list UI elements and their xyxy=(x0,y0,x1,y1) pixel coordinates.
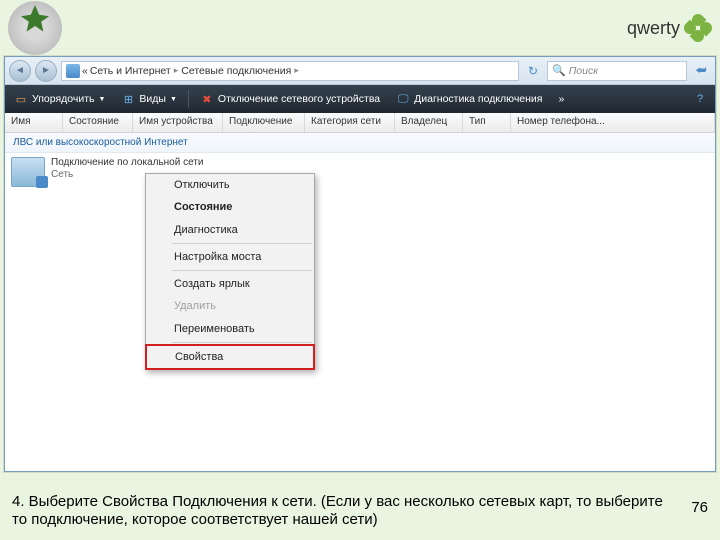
disable-icon: ✖ xyxy=(200,92,214,106)
col-phone[interactable]: Номер телефона... xyxy=(511,113,715,132)
slide-caption: 4. Выберите Свойства Подключения к сети.… xyxy=(0,483,720,540)
ctx-rename[interactable]: Переименовать xyxy=(146,318,314,340)
col-conn[interactable]: Подключение xyxy=(223,113,305,132)
column-headers: Имя Состояние Имя устройства Подключение… xyxy=(5,113,715,133)
help-button[interactable]: ? xyxy=(689,90,711,108)
item-title: Подключение по локальной сети xyxy=(51,157,204,169)
ctx-shortcut[interactable]: Создать ярлык xyxy=(146,273,314,295)
search-input[interactable]: 🔍 Поиск xyxy=(547,61,687,81)
brand-name: qwerty xyxy=(627,18,680,39)
diagnose-button[interactable]: 🖵 Диагностика подключения xyxy=(391,90,547,108)
toolbar: ▭ Упорядочить ▼ ⊞ Виды ▼ ✖ Отключение се… xyxy=(5,85,715,113)
breadcrumb[interactable]: « Сеть и Интернет ▸ Сетевые подключения … xyxy=(61,61,519,81)
slide-header: qwerty xyxy=(0,0,720,56)
separator xyxy=(172,243,312,244)
nav-back-button[interactable]: ◄ xyxy=(9,60,31,82)
views-label: Виды xyxy=(139,93,166,105)
ctx-disable[interactable]: Отключить xyxy=(146,174,314,196)
ctx-properties[interactable]: Свойства xyxy=(145,344,315,370)
col-type[interactable]: Тип xyxy=(463,113,511,132)
col-device[interactable]: Имя устройства xyxy=(133,113,223,132)
ctx-bridge[interactable]: Настройка моста xyxy=(146,246,314,268)
nav-forward-button[interactable]: ► xyxy=(35,60,57,82)
ctx-status[interactable]: Состояние xyxy=(146,196,314,218)
disable-label: Отключение сетевого устройства xyxy=(218,93,380,105)
views-icon: ⊞ xyxy=(121,92,135,106)
organize-button[interactable]: ▭ Упорядочить ▼ xyxy=(9,90,110,108)
col-category[interactable]: Категория сети xyxy=(305,113,395,132)
views-button[interactable]: ⊞ Виды ▼ xyxy=(116,90,181,108)
chevron-right-icon: ▸ xyxy=(294,65,299,76)
separator xyxy=(172,342,312,343)
explorer-window: ◄ ► « Сеть и Интернет ▸ Сетевые подключе… xyxy=(4,56,716,472)
disable-device-button[interactable]: ✖ Отключение сетевого устройства xyxy=(195,90,385,108)
diagnose-label: Диагностика подключения xyxy=(414,93,542,105)
breadcrumb-seg[interactable]: Сетевые подключения xyxy=(181,65,291,77)
help-icon: ? xyxy=(693,92,707,106)
separator xyxy=(188,90,189,108)
col-owner[interactable]: Владелец xyxy=(395,113,463,132)
col-state[interactable]: Состояние xyxy=(63,113,133,132)
breadcrumb-seg[interactable]: Сеть и Интернет xyxy=(90,65,171,77)
page-number: 76 xyxy=(691,493,708,516)
toolbar-more[interactable]: » xyxy=(553,91,569,107)
breadcrumb-seg: « xyxy=(82,65,88,77)
search-placeholder: Поиск xyxy=(569,65,599,77)
organize-label: Упорядочить xyxy=(32,93,94,105)
eco-logo xyxy=(8,1,62,55)
organize-icon: ▭ xyxy=(14,92,28,106)
search-icon: 🔍 xyxy=(552,64,566,77)
chevron-down-icon: ▼ xyxy=(98,96,105,103)
chevron-right-icon: ▸ xyxy=(174,65,179,76)
context-menu: Отключить Состояние Диагностика Настройк… xyxy=(145,173,315,370)
ctx-diagnose[interactable]: Диагностика xyxy=(146,219,314,241)
clover-icon xyxy=(684,14,712,42)
adapter-icon xyxy=(11,157,45,187)
more-label: » xyxy=(558,93,564,105)
chevron-down-icon: ▼ xyxy=(170,96,177,103)
separator xyxy=(172,270,312,271)
ctx-delete: Удалить xyxy=(146,295,314,317)
refresh-button[interactable]: ↻ xyxy=(523,61,543,81)
search-go-button[interactable]: ⮨ xyxy=(691,61,711,81)
network-folder-icon xyxy=(66,64,80,78)
group-header[interactable]: ЛВС или высокоскоростной Интернет xyxy=(5,133,715,153)
diagnose-icon: 🖵 xyxy=(396,92,410,106)
col-name[interactable]: Имя xyxy=(5,113,63,132)
caption-text: 4. Выберите Свойства Подключения к сети.… xyxy=(12,493,679,531)
brand-logo: qwerty xyxy=(627,14,712,42)
address-bar: ◄ ► « Сеть и Интернет ▸ Сетевые подключе… xyxy=(5,57,715,85)
content-area: Подключение по локальной сети Сеть xyxy=(5,153,715,471)
